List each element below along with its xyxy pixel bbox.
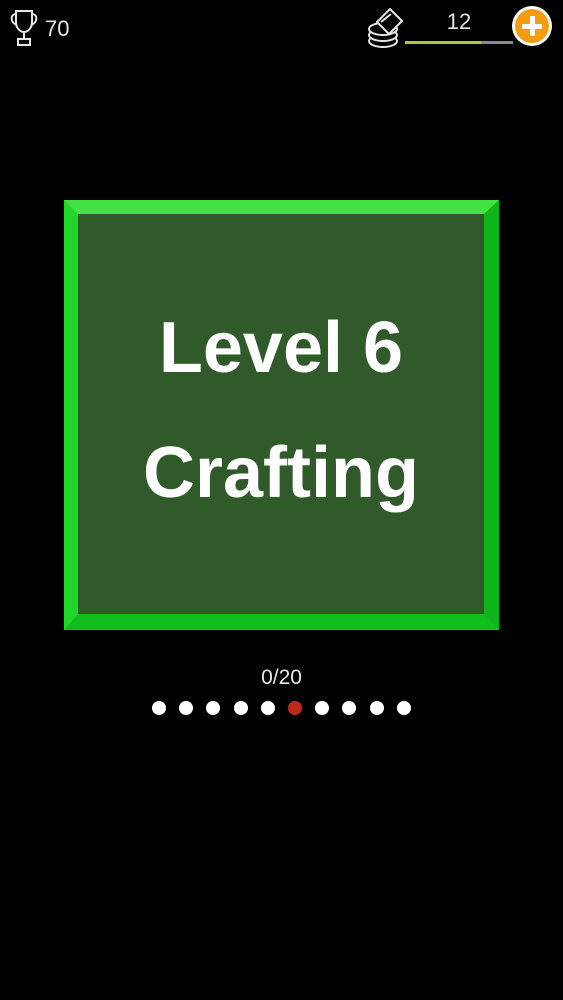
- page-dot[interactable]: [396, 701, 411, 715]
- level-subtitle: Crafting: [143, 433, 419, 513]
- page-dot[interactable]: [260, 701, 275, 715]
- coins-count: 12: [446, 9, 472, 34]
- page-dot[interactable]: [342, 701, 357, 715]
- coins-progress-bar: [405, 41, 513, 44]
- page-dot[interactable]: [206, 701, 221, 715]
- coins-progress-fill: [405, 41, 481, 44]
- page-dot[interactable]: [315, 701, 330, 715]
- hint-coins-icon[interactable]: [364, 5, 406, 49]
- page-dot[interactable]: [233, 701, 248, 715]
- plus-icon: [515, 9, 549, 43]
- level-title: Level 6: [158, 308, 404, 388]
- page-dot[interactable]: [179, 701, 194, 715]
- level-progress-text: 0/20: [261, 666, 302, 689]
- level-card-text: Level 6 Crafting: [78, 286, 484, 536]
- page-dot-active[interactable]: [288, 701, 302, 715]
- page-dot[interactable]: [369, 701, 384, 715]
- trophy-icon: [10, 10, 38, 46]
- trophy-count: 70: [45, 16, 70, 41]
- page-dot[interactable]: [152, 701, 166, 715]
- level-card[interactable]: Level 6 Crafting: [64, 200, 499, 630]
- level-select-screen: 70 12 Level 6 Crafting 0/20: [0, 0, 563, 1000]
- page-indicator: [152, 700, 412, 716]
- trophy-counter: 70: [7, 6, 69, 50]
- add-coins-button[interactable]: [512, 6, 552, 46]
